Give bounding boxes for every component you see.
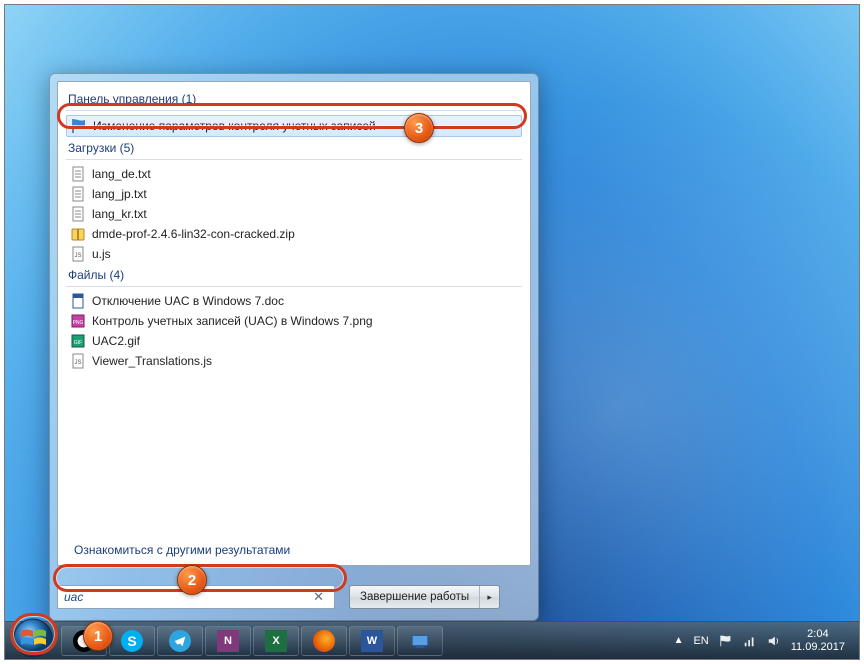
start-button[interactable] [7,617,59,659]
taskbar-clock[interactable]: 2:04 11.09.2017 [791,628,845,654]
txt-icon [70,186,86,202]
result-file[interactable]: lang_kr.txt [58,204,530,224]
result-label: Контроль учетных записей (UAC) в Windows… [92,314,373,328]
result-label: Viewer_Translations.js [92,354,212,368]
result-file[interactable]: PNG Контроль учетных записей (UAC) в Win… [58,311,530,331]
result-file[interactable]: JS Viewer_Translations.js [58,351,530,371]
shutdown-menu-arrow[interactable]: ▸ [479,586,499,608]
divider [66,286,522,287]
group-header-downloads: Загрузки (5) [58,137,530,157]
flag-tray-icon[interactable] [719,634,733,648]
taskbar-app-telegram[interactable] [157,626,203,656]
result-file[interactable]: GIF UAC2.gif [58,331,530,351]
more-results-label: Ознакомиться с другими результатами [74,543,290,557]
flag-icon [71,118,87,134]
tray-chevron-up-icon[interactable]: ▲ [674,635,684,646]
doc-icon [70,293,86,309]
start-menu-panel: Панель управления (1) Изменение параметр… [49,73,539,621]
taskbar-app-excel[interactable]: X [253,626,299,656]
result-label: lang_jp.txt [92,187,147,201]
zip-icon [70,226,86,242]
shutdown-button[interactable]: Завершение работы [350,586,479,608]
result-label: UAC2.gif [92,334,140,348]
taskbar-app-skype[interactable]: S [109,626,155,656]
group-header-files: Файлы (4) [58,264,530,284]
clock-date: 11.09.2017 [791,641,845,654]
gif-icon: GIF [70,333,86,349]
network-icon[interactable] [743,634,757,648]
system-tray: ▲ EN 2:04 11.09.2017 [674,628,859,654]
result-label: Отключение UAC в Windows 7.doc [92,294,284,308]
search-box[interactable]: ✕ [57,585,335,609]
result-file[interactable]: Отключение UAC в Windows 7.doc [58,291,530,311]
result-label: u.js [92,247,111,261]
taskbar-app-word[interactable]: W [349,626,395,656]
search-results-pane: Панель управления (1) Изменение параметр… [57,81,531,566]
taskbar-app-action-center[interactable] [397,626,443,656]
clock-time: 2:04 [791,628,845,641]
png-icon: PNG [70,313,86,329]
taskbar-app-firefox[interactable] [301,626,347,656]
more-results-link[interactable]: Ознакомиться с другими результатами [68,543,290,557]
divider [66,159,522,160]
taskbar-app-onenote[interactable]: N [205,626,251,656]
result-label: Изменение параметров контроля учетных за… [93,119,376,133]
txt-icon [70,166,86,182]
result-uac-settings[interactable]: Изменение параметров контроля учетных за… [66,115,522,137]
svg-text:PNG: PNG [73,320,84,326]
group-header-control-panel: Панель управления (1) [58,88,530,108]
result-file[interactable]: lang_de.txt [58,164,530,184]
taskbar-app-soccer[interactable] [61,626,107,656]
result-file[interactable]: lang_jp.txt [58,184,530,204]
txt-icon [70,206,86,222]
result-label: lang_kr.txt [92,207,147,221]
result-label: dmde-prof-2.4.6-lin32-con-cracked.zip [92,227,295,241]
svg-text:JS: JS [74,253,81,259]
taskbar: S N X W ▲ EN 2:04 11.09.2017 [5,621,859,659]
js-icon: JS [70,246,86,262]
svg-text:GIF: GIF [74,340,82,346]
search-input[interactable] [64,590,309,604]
volume-icon[interactable] [767,634,781,648]
js-icon: JS [70,353,86,369]
result-file[interactable]: JS u.js [58,244,530,264]
divider [66,110,522,111]
svg-text:JS: JS [74,360,81,366]
language-indicator[interactable]: EN [693,635,708,647]
clear-search-icon[interactable]: ✕ [309,589,328,605]
result-file[interactable]: dmde-prof-2.4.6-lin32-con-cracked.zip [58,224,530,244]
result-label: lang_de.txt [92,167,151,181]
shutdown-split-button[interactable]: Завершение работы ▸ [349,585,500,609]
